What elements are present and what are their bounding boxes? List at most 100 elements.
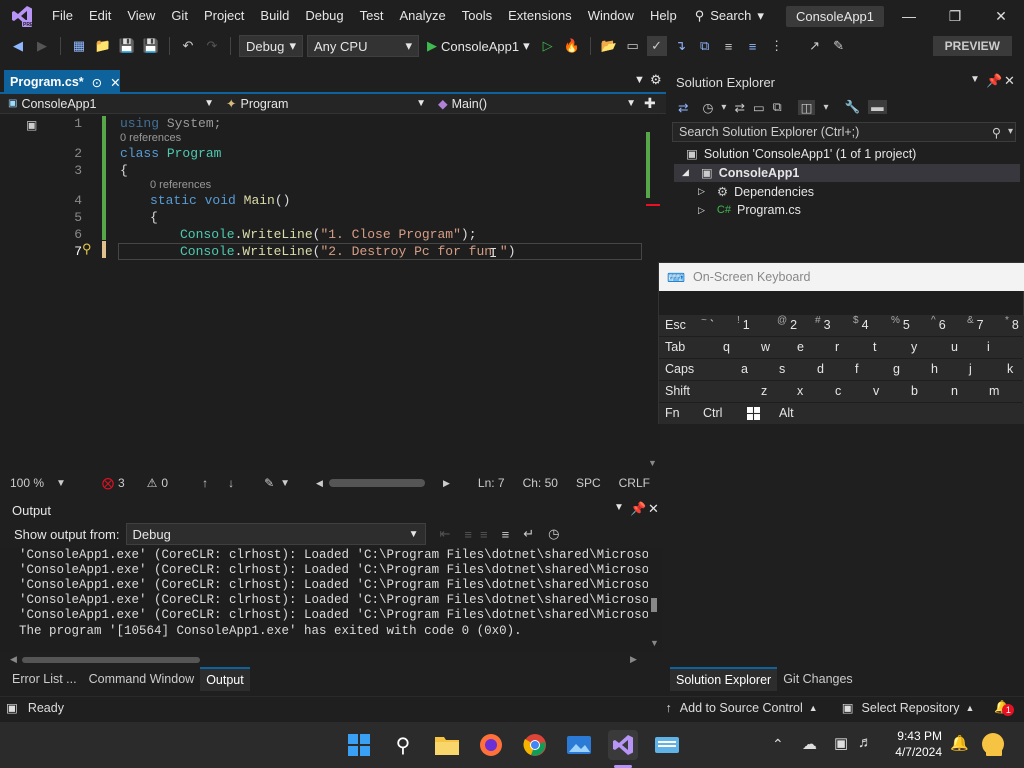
close-window-button[interactable]: ✕ xyxy=(978,0,1024,32)
tab-solution-explorer[interactable]: Solution Explorer xyxy=(670,667,778,691)
spell-check-icon[interactable]: ✓ xyxy=(646,36,667,56)
tree-program-cs[interactable]: ▷ C# Program.cs xyxy=(698,203,801,217)
chevron-down-icon[interactable]: ▾ xyxy=(1008,126,1013,137)
next-issue-icon[interactable]: ↓ xyxy=(228,476,234,490)
volume-icon[interactable]: ♬ xyxy=(858,734,873,751)
search-icon[interactable]: ⚲ xyxy=(992,125,1001,140)
menu-help[interactable]: Help xyxy=(642,0,685,32)
configuration-select[interactable]: Debug ▾ xyxy=(239,35,303,57)
tree-solution[interactable]: ▣ Solution 'ConsoleApp1' (1 of 1 project… xyxy=(686,146,916,162)
pending-changes-filter-icon[interactable]: ◫ xyxy=(797,99,816,115)
clock[interactable]: 9:43 PM 4/7/2024 xyxy=(886,728,942,760)
share-icon[interactable]: ↗ xyxy=(805,36,825,56)
scroll-left-icon[interactable]: ◀ xyxy=(10,654,17,665)
close-tab-icon[interactable]: ✕ xyxy=(110,75,120,90)
windows-start-icon[interactable] xyxy=(344,730,374,760)
scroll-right-icon[interactable]: ▶ xyxy=(443,478,450,489)
osk-key-row2-2[interactable]: w xyxy=(761,337,770,357)
minimize-button[interactable]: — xyxy=(886,0,932,32)
redo-icon[interactable]: ↷ xyxy=(202,36,222,56)
collapsed-arrow-icon[interactable]: ▷ xyxy=(698,186,705,197)
osk-key-row4-6[interactable]: n xyxy=(951,381,958,401)
previous-issue-icon[interactable]: ↑ xyxy=(202,476,208,490)
menu-tools[interactable]: Tools xyxy=(454,0,500,32)
tab-error-list[interactable]: Error List ... xyxy=(6,668,83,690)
menu-analyze[interactable]: Analyze xyxy=(391,0,453,32)
menu-window[interactable]: Window xyxy=(580,0,642,32)
firefox-icon[interactable] xyxy=(476,730,506,760)
osk-key-5[interactable]: $4 xyxy=(853,315,869,335)
zoom-level[interactable]: 100 % xyxy=(10,476,44,490)
osk-key-row2-3[interactable]: e xyxy=(797,337,804,357)
split-window-icon[interactable]: ✚ xyxy=(644,95,656,112)
undo-icon[interactable]: ↶ xyxy=(178,36,198,56)
word-wrap-icon[interactable]: ↵ xyxy=(523,526,534,542)
menu-view[interactable]: View xyxy=(119,0,163,32)
solution-search-input[interactable]: Search Solution Explorer (Ctrl+;) ⚲ ▾ xyxy=(672,122,1016,142)
hot-reload-icon[interactable]: 🔥 xyxy=(562,36,582,56)
chrome-icon[interactable] xyxy=(520,730,550,760)
osk-key-3[interactable]: @2 xyxy=(777,315,797,335)
refresh-icon[interactable]: ⇄ xyxy=(734,100,744,115)
osk-key-row3-3[interactable]: d xyxy=(817,359,824,379)
preview-button[interactable]: PREVIEW xyxy=(932,36,1012,56)
taskbar-preview-badge-icon[interactable] xyxy=(980,732,1006,761)
warning-count[interactable]: 0 xyxy=(161,476,168,490)
codelens-references[interactable]: 0 references xyxy=(120,132,181,144)
member-dropdown[interactable]: ◆ Main() ▼ xyxy=(430,94,640,114)
output-hscroll-thumb[interactable] xyxy=(22,657,200,663)
osk-key-row2-6[interactable]: y xyxy=(911,337,917,357)
osk-key-2[interactable]: ! 1 xyxy=(737,315,750,335)
code-cleanup-icon[interactable]: ✎ xyxy=(264,476,274,490)
pin-icon[interactable]: 📌 xyxy=(986,73,1002,89)
open-file-icon[interactable]: 📁 xyxy=(93,36,113,56)
chevron-up-icon[interactable]: ▲ xyxy=(809,703,818,713)
output-horizontal-scrollbar[interactable]: ◀ ▶ xyxy=(8,654,640,666)
osk-windows-key-icon[interactable] xyxy=(747,403,760,423)
menu-project[interactable]: Project xyxy=(196,0,252,32)
error-count[interactable]: 3 xyxy=(118,476,125,490)
chevron-down-icon[interactable]: ▼ xyxy=(614,502,624,513)
scroll-down-icon[interactable]: ▼ xyxy=(648,458,657,468)
horizontal-scroll-thumb[interactable] xyxy=(328,479,425,487)
osk-key-row2-5[interactable]: t xyxy=(873,337,876,357)
osk-key-row3-8[interactable]: k xyxy=(1007,359,1013,379)
menu-extensions[interactable]: Extensions xyxy=(500,0,580,32)
osk-key-6[interactable]: % 5 xyxy=(891,315,910,335)
visual-studio-preview-icon[interactable] xyxy=(608,730,638,760)
save-all-icon[interactable]: 💾 xyxy=(141,36,161,56)
navigate-back-icon[interactable]: ◀ xyxy=(8,36,28,56)
menu-debug[interactable]: Debug xyxy=(297,0,351,32)
osk-key-row3-6[interactable]: h xyxy=(931,359,938,379)
properties-wrench-icon[interactable]: 🔧 xyxy=(845,100,861,115)
osk-key-row4-7[interactable]: m xyxy=(989,381,999,401)
scroll-down-icon[interactable]: ▼ xyxy=(650,638,659,648)
file-explorer-icon[interactable] xyxy=(432,730,462,760)
collapse-all-icon[interactable]: ▭ xyxy=(753,100,765,115)
history-icon[interactable]: ◷ xyxy=(702,100,713,115)
pin-icon[interactable]: ⊙ xyxy=(92,75,102,90)
output-text-area[interactable]: 'ConsoleApp1.exe' (CoreCLR: clrhost): Lo… xyxy=(0,548,648,652)
osk-key-row2-7[interactable]: u xyxy=(951,337,958,357)
layout-icon[interactable]: ▭ xyxy=(623,36,643,56)
menu-file[interactable]: File xyxy=(44,0,81,32)
select-repository[interactable]: Select Repository xyxy=(862,701,960,715)
osk-key-row4-1[interactable]: z xyxy=(761,381,767,401)
menu-build[interactable]: Build xyxy=(252,0,297,32)
scroll-right-icon[interactable]: ▶ xyxy=(630,654,637,665)
indent-icon[interactable]: ≡ xyxy=(719,36,739,56)
menu-test[interactable]: Test xyxy=(352,0,392,32)
error-icon[interactable]: ⨂ xyxy=(102,476,114,490)
gear-icon[interactable]: ⚙ xyxy=(650,72,662,88)
more-options-icon[interactable]: ⋮ xyxy=(767,36,787,56)
feedback-icon[interactable]: ✎ xyxy=(829,36,849,56)
next-message-icon[interactable]: ≡ xyxy=(480,527,488,542)
step-into-icon[interactable]: ↴ xyxy=(671,36,691,56)
comment-icon[interactable]: ≡ xyxy=(743,36,763,56)
osk-key-row4-3[interactable]: c xyxy=(835,381,841,401)
clear-all-icon[interactable]: ≡ xyxy=(502,527,510,542)
clock-icon[interactable]: ◷ xyxy=(548,526,559,542)
photos-icon[interactable] xyxy=(564,730,594,760)
osk-key-row2-1[interactable]: q xyxy=(723,337,730,357)
osk-key-row5-0[interactable]: Fn xyxy=(665,403,680,423)
